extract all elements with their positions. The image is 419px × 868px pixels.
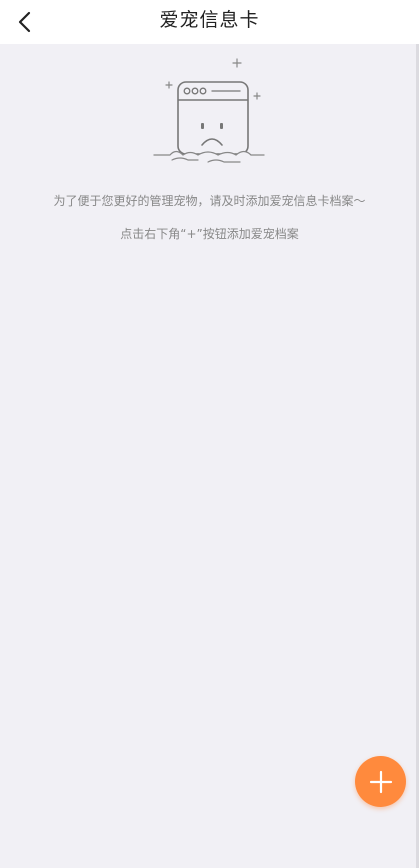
- top-nav-bar: 爱宠信息卡: [0, 0, 419, 44]
- empty-state-message: 为了便于您更好的管理宠物，请及时添加爱宠信息卡档案～: [53, 194, 366, 208]
- sad-browser-window-icon: [153, 58, 265, 163]
- add-pet-card-button[interactable]: [355, 756, 406, 807]
- page-title: 爱宠信息卡: [159, 9, 260, 31]
- plus-icon: [369, 770, 392, 793]
- empty-state-hint: 点击右下角“+”按钮添加爱宠档案: [120, 227, 299, 241]
